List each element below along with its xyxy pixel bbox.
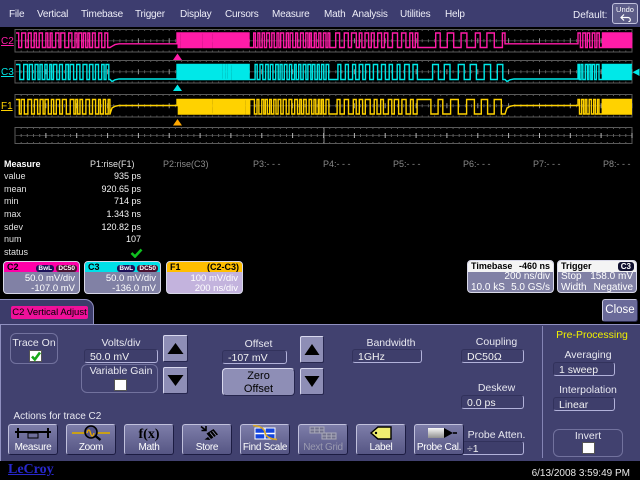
svg-text:f(x): f(x): [139, 427, 160, 441]
svg-text:F1: F1: [1, 101, 13, 112]
svg-text:C2: C2: [1, 36, 14, 47]
svg-text:C3: C3: [1, 67, 14, 78]
